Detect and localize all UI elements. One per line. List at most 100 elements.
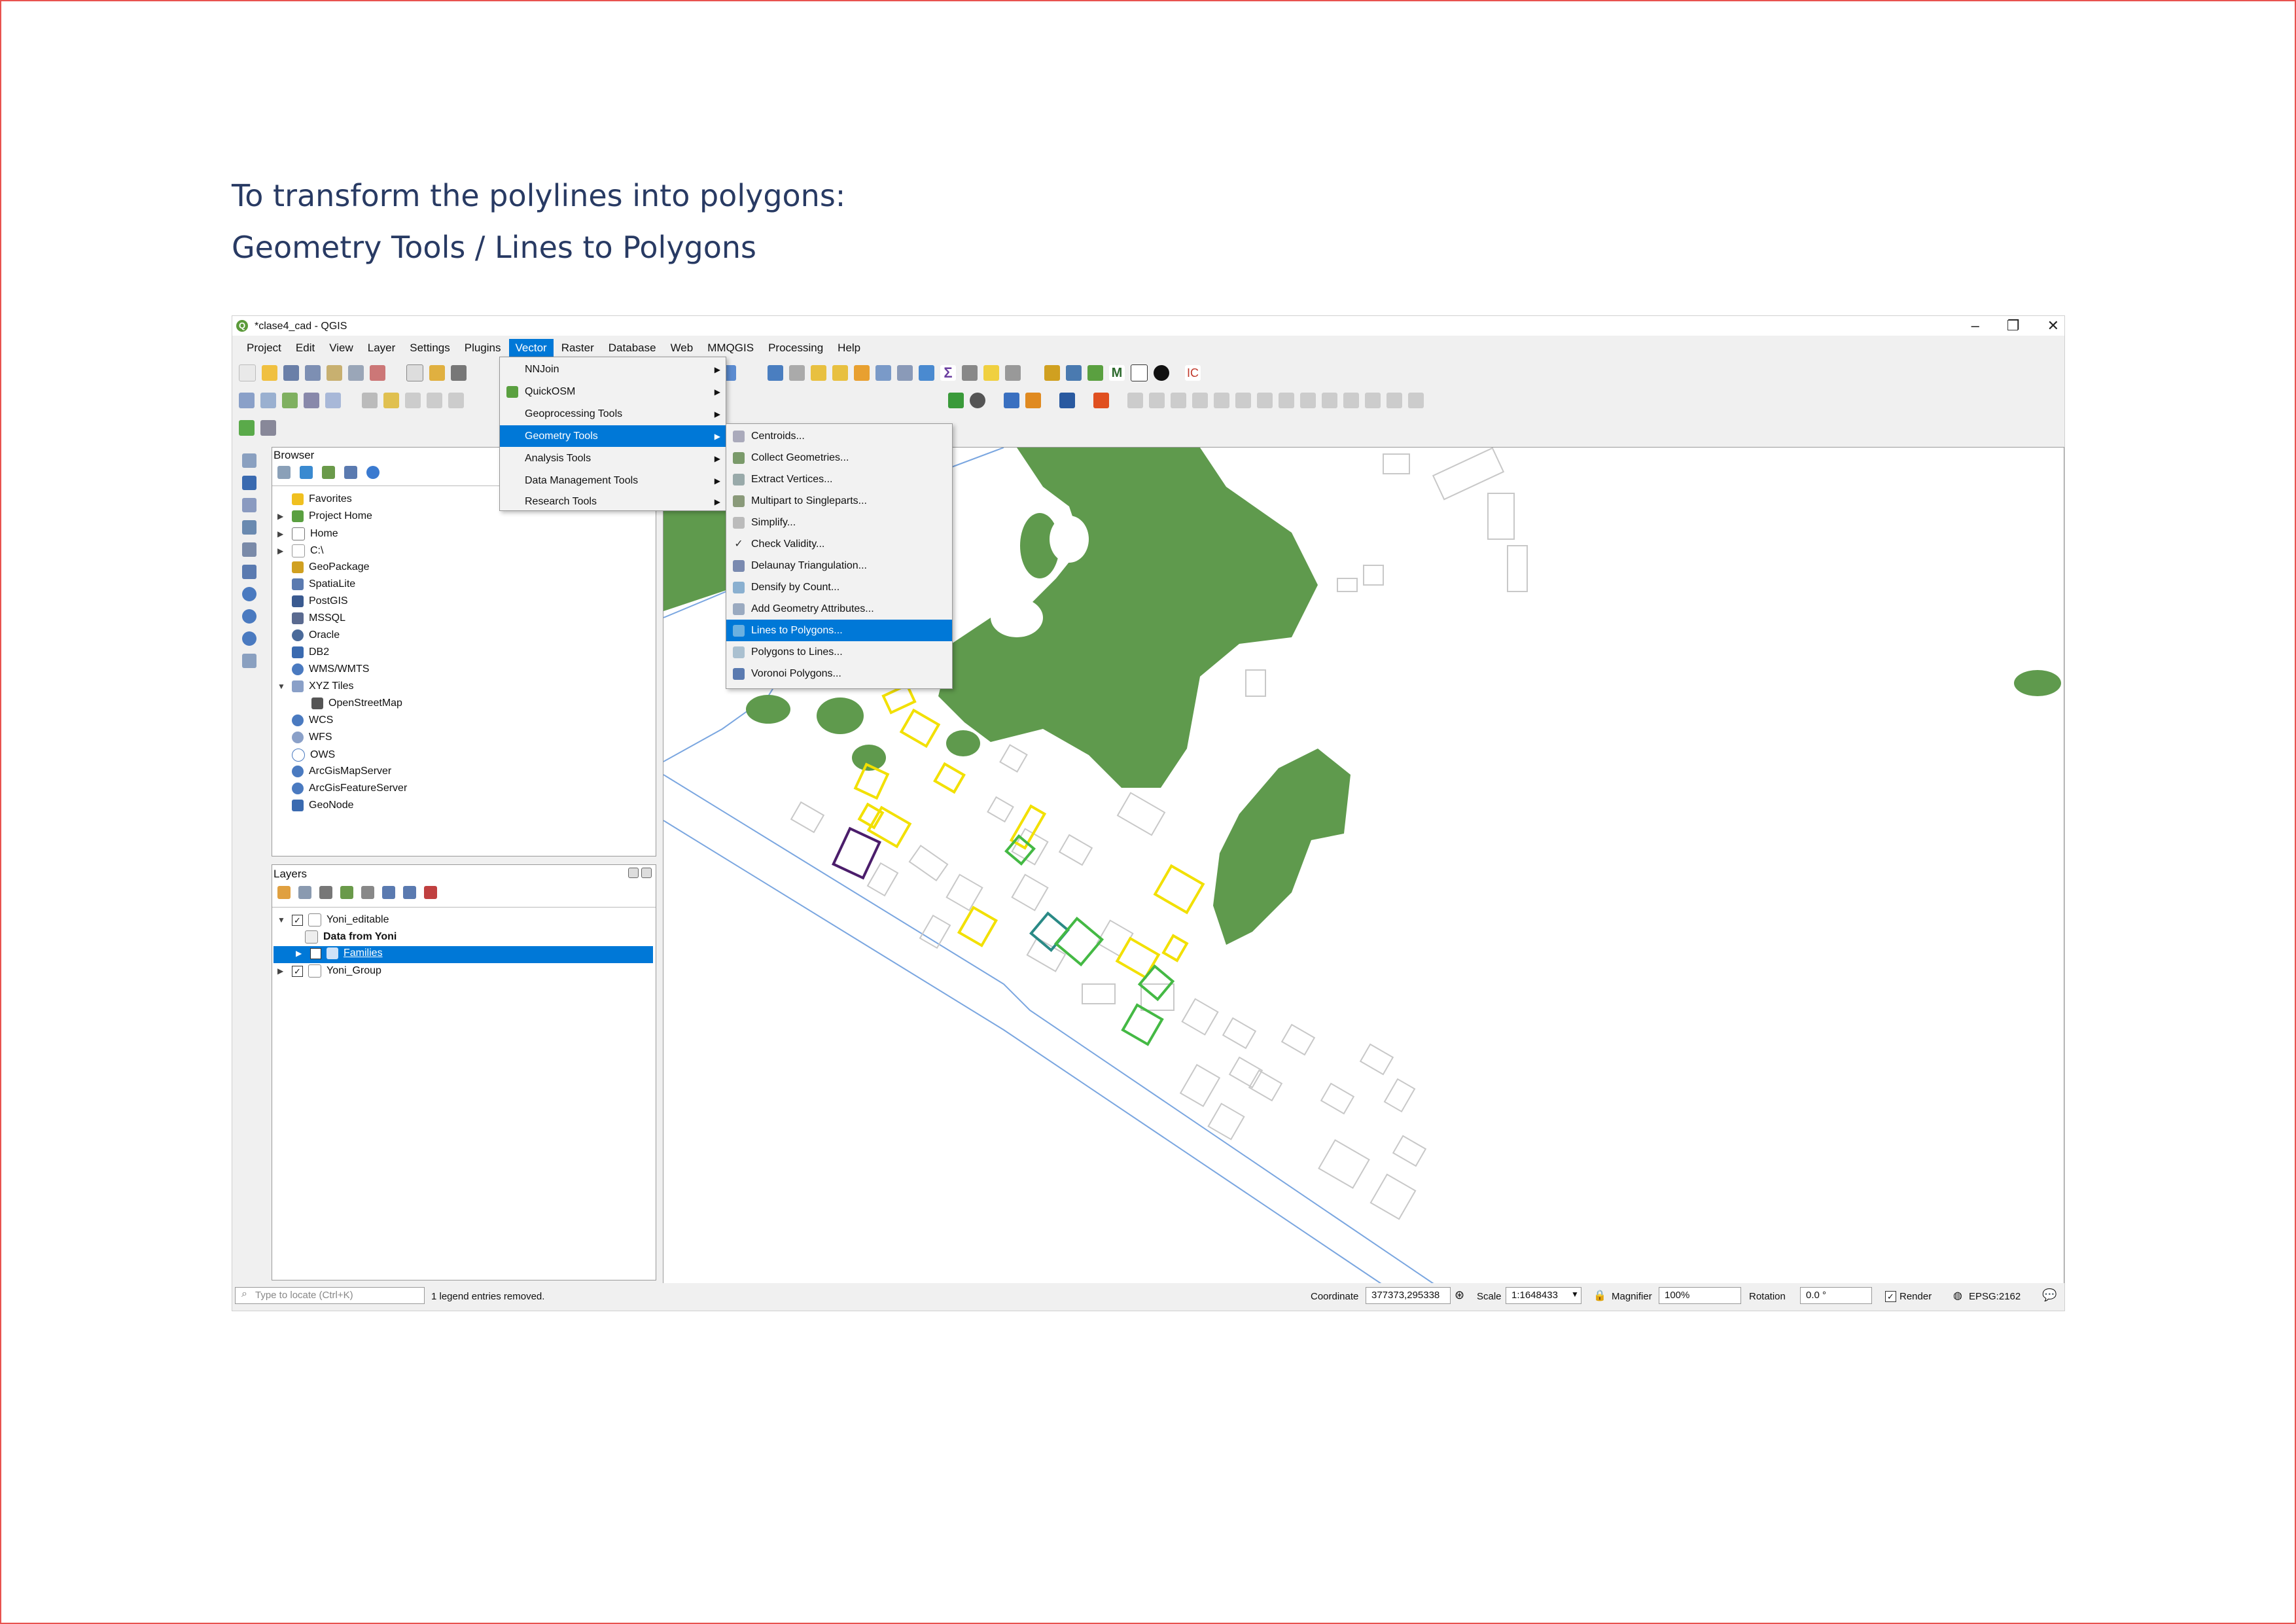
vertex-tool-icon[interactable] bbox=[448, 393, 464, 408]
add-wfs-icon[interactable] bbox=[242, 631, 256, 646]
vector-menu-item-research-tools[interactable]: Research Tools ▶ bbox=[500, 491, 726, 512]
add-vector-icon[interactable] bbox=[260, 393, 276, 408]
advanced-digitize-3-icon[interactable] bbox=[1171, 393, 1186, 408]
restore-button[interactable]: ❐ bbox=[2007, 317, 2020, 334]
run-action-icon[interactable] bbox=[789, 365, 805, 381]
style-layer-icon[interactable] bbox=[277, 886, 291, 899]
python-console-icon[interactable] bbox=[239, 420, 255, 436]
browser-item-home[interactable]: ▶ Home bbox=[277, 527, 338, 540]
browser-item-wfs[interactable]: WFS bbox=[277, 732, 332, 743]
label-tool-icon[interactable] bbox=[1004, 393, 1019, 408]
close-button[interactable]: ✕ bbox=[2047, 317, 2059, 334]
add-postgis-icon[interactable] bbox=[242, 498, 256, 512]
advanced-digitize-11-icon[interactable] bbox=[1343, 393, 1359, 408]
close-panel-icon[interactable] bbox=[641, 868, 652, 878]
messages-icon[interactable]: 💬 bbox=[2042, 1288, 2057, 1302]
digitize-triangle-icon[interactable] bbox=[948, 393, 964, 408]
processing-history-icon[interactable] bbox=[260, 420, 276, 436]
select-features-icon[interactable] bbox=[811, 365, 826, 381]
geometry-item-voronoi-polygons[interactable]: Voronoi Polygons... bbox=[726, 663, 952, 684]
layer-families[interactable]: ▶ ✓ Families bbox=[296, 947, 383, 959]
processing-toolbox-icon[interactable] bbox=[919, 365, 934, 381]
menu-web[interactable]: Web bbox=[664, 339, 700, 357]
browser-item-mssql[interactable]: MSSQL bbox=[277, 612, 345, 624]
browser-item-wcs[interactable]: WCS bbox=[277, 715, 333, 726]
vector-menu-item-geoprocessing-tools[interactable]: Geoprocessing Tools ▶ bbox=[500, 403, 726, 425]
advanced-digitize-14-icon[interactable] bbox=[1408, 393, 1424, 408]
menu-mmqgis[interactable]: MMQGIS bbox=[701, 339, 760, 357]
save-as-icon[interactable] bbox=[305, 365, 321, 381]
style-manager-icon[interactable] bbox=[370, 365, 385, 381]
float-panel-icon[interactable] bbox=[628, 868, 639, 878]
deselect-icon[interactable] bbox=[854, 365, 870, 381]
advanced-digitize-8-icon[interactable] bbox=[1279, 393, 1294, 408]
browser-item-xyz-tiles[interactable]: ▼ XYZ Tiles bbox=[277, 680, 353, 692]
menu-project[interactable]: Project bbox=[240, 339, 288, 357]
vector-menu-item-data-management-tools[interactable]: Data Management Tools ▶ bbox=[500, 470, 726, 491]
geometry-item-delaunay-triangulation[interactable]: Delaunay Triangulation... bbox=[726, 555, 952, 576]
collapse-all-layers-icon[interactable] bbox=[403, 886, 416, 899]
geometry-item-centroids[interactable]: Centroids... bbox=[726, 425, 952, 447]
layer-visibility-checkbox[interactable]: ✓ bbox=[292, 914, 303, 926]
menu-help[interactable]: Help bbox=[831, 339, 867, 357]
menu-processing[interactable]: Processing bbox=[762, 339, 830, 357]
save-project-icon[interactable] bbox=[283, 365, 299, 381]
geometry-item-check-validity[interactable]: ✓ Check Validity... bbox=[726, 533, 952, 555]
browser-item-arcgis-feature-server[interactable]: ArcGisFeatureServer bbox=[277, 783, 407, 794]
filter-legend-icon[interactable] bbox=[340, 886, 353, 899]
add-mssql-icon[interactable] bbox=[242, 542, 256, 557]
filter-browser-icon[interactable] bbox=[322, 466, 335, 479]
geometry-item-extract-vertices[interactable]: Extract Vertices... bbox=[726, 468, 952, 490]
menu-vector[interactable]: Vector bbox=[508, 339, 554, 357]
vector-menu-item-geometry-tools[interactable]: Geometry Tools ▶ bbox=[500, 425, 726, 447]
locator-search-input[interactable]: Type to locate (Ctrl+K) bbox=[235, 1287, 425, 1304]
collapse-all-icon[interactable] bbox=[344, 466, 357, 479]
browser-item-postgis[interactable]: PostGIS bbox=[277, 595, 348, 607]
geometry-item-simplify[interactable]: Simplify... bbox=[726, 512, 952, 533]
m-plugin-icon[interactable]: M bbox=[1109, 365, 1125, 381]
advanced-digitize-2-icon[interactable] bbox=[1149, 393, 1165, 408]
minimize-button[interactable]: – bbox=[1971, 317, 1979, 334]
layer-group-yoni-editable[interactable]: ▼ ✓ Yoni_editable bbox=[277, 913, 389, 927]
pan-map-icon[interactable] bbox=[406, 364, 423, 381]
filter-expression-icon[interactable] bbox=[361, 886, 374, 899]
advanced-digitize-1-icon[interactable] bbox=[1127, 393, 1143, 408]
browser-item-c-drive[interactable]: ▶ C:\ bbox=[277, 544, 323, 557]
layout-manager-icon[interactable] bbox=[348, 365, 364, 381]
pan-to-selection-icon[interactable] bbox=[429, 365, 445, 381]
geometry-item-polygons-to-lines[interactable]: Polygons to Lines... bbox=[726, 641, 952, 663]
add-group-icon[interactable] bbox=[298, 886, 311, 899]
calendar-icon[interactable] bbox=[1093, 393, 1109, 408]
edit-pencil-icon[interactable] bbox=[362, 393, 378, 408]
crs-globe-icon[interactable]: ◍ bbox=[1953, 1289, 1962, 1302]
add-feature-icon[interactable] bbox=[427, 393, 442, 408]
add-db-icon[interactable] bbox=[325, 393, 341, 408]
add-delimited-text-icon[interactable] bbox=[242, 654, 256, 668]
browser-item-spatialite[interactable]: SpatiaLite bbox=[277, 578, 355, 590]
zoom-in-icon[interactable] bbox=[451, 365, 467, 381]
menu-layer[interactable]: Layer bbox=[361, 339, 402, 357]
add-raster-layer-icon[interactable] bbox=[242, 476, 256, 490]
add-selected-layers-icon[interactable] bbox=[277, 466, 291, 479]
browser-item-openstreetmap[interactable]: OpenStreetMap bbox=[297, 697, 402, 709]
lock-icon[interactable]: 🔒 bbox=[1593, 1289, 1606, 1302]
info-icon[interactable] bbox=[1154, 365, 1169, 381]
refresh-browser-icon[interactable] bbox=[300, 466, 313, 479]
coordinate-field[interactable]: 377373,295338 bbox=[1366, 1287, 1451, 1304]
expand-all-icon[interactable] bbox=[382, 886, 395, 899]
layer-group-yoni-group[interactable]: ▶ ✓ Yoni_Group bbox=[277, 964, 381, 978]
manage-themes-icon[interactable] bbox=[319, 886, 332, 899]
save-edits-icon[interactable] bbox=[405, 393, 421, 408]
browser-item-ows[interactable]: OWS bbox=[277, 749, 335, 762]
geometry-item-collect-geometries[interactable]: Collect Geometries... bbox=[726, 447, 952, 468]
advanced-digitize-13-icon[interactable] bbox=[1386, 393, 1402, 408]
text-annotation-icon[interactable] bbox=[1005, 365, 1021, 381]
new-project-icon[interactable] bbox=[239, 364, 256, 381]
identify-icon[interactable] bbox=[768, 365, 783, 381]
select-by-value-icon[interactable] bbox=[832, 365, 848, 381]
add-layer-icon[interactable] bbox=[239, 393, 255, 408]
menu-raster[interactable]: Raster bbox=[555, 339, 601, 357]
toggle-editing-icon[interactable] bbox=[383, 393, 399, 408]
geometry-item-add-geometry-attributes[interactable]: Add Geometry Attributes... bbox=[726, 598, 952, 620]
advanced-digitize-4-icon[interactable] bbox=[1192, 393, 1208, 408]
